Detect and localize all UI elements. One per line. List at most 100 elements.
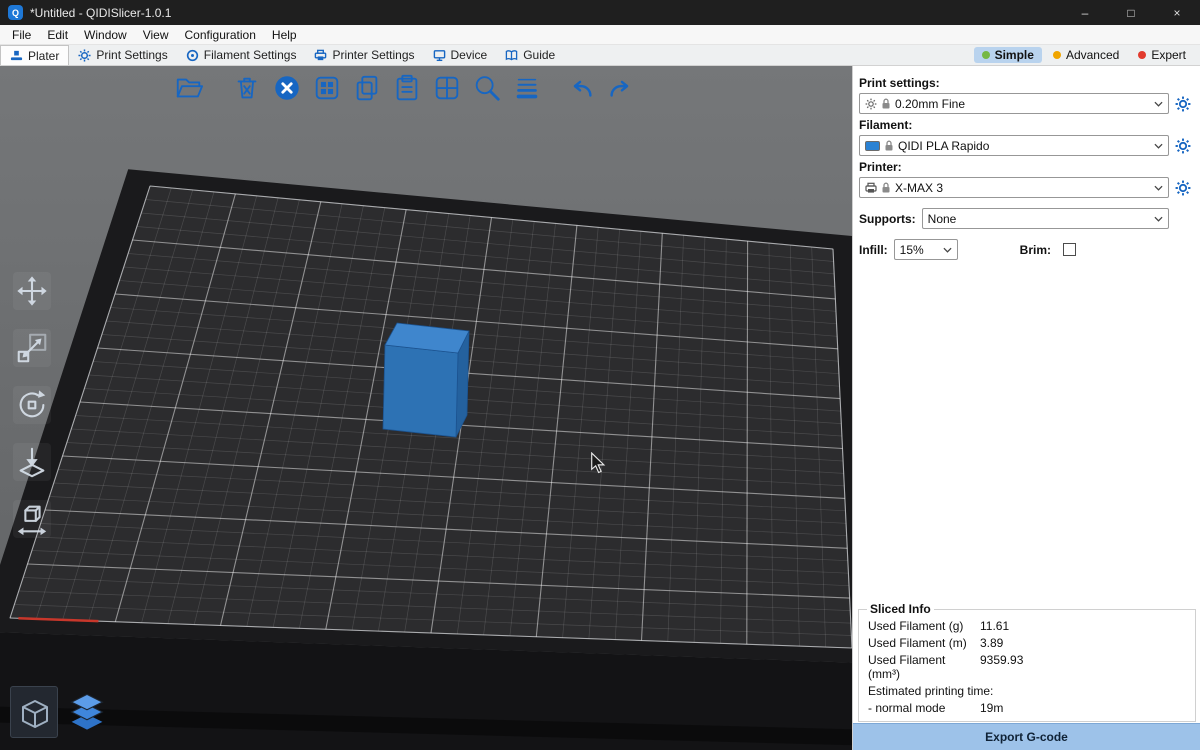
tab-label: Guide <box>523 48 555 62</box>
copy-button[interactable] <box>350 71 384 105</box>
place-on-face-gizmo-button[interactable] <box>13 443 51 481</box>
infill-value: 15% <box>900 243 939 257</box>
menu-bar: File Edit Window View Configuration Help <box>0 25 1200 45</box>
delete-icon <box>232 73 262 103</box>
window-controls: – □ × <box>1062 0 1200 25</box>
scale-gizmo-button[interactable] <box>13 329 51 367</box>
tab-device[interactable]: Device <box>424 45 497 65</box>
maximize-button[interactable]: □ <box>1108 0 1154 25</box>
tab-label: Plater <box>28 49 59 63</box>
infill-combo[interactable]: 15% <box>894 239 958 260</box>
open-icon <box>174 73 204 103</box>
tab-guide[interactable]: Guide <box>496 45 564 65</box>
close-button[interactable]: × <box>1154 0 1200 25</box>
delete-all-button[interactable] <box>270 71 304 105</box>
tab-printer-settings[interactable]: Printer Settings <box>305 45 423 65</box>
lock-icon <box>881 98 891 110</box>
sliced-info-value: 19m <box>980 701 1003 715</box>
arrange-icon <box>312 73 342 103</box>
move-gizmo-button[interactable] <box>13 272 51 310</box>
tab-label: Print Settings <box>96 48 167 62</box>
menu-edit[interactable]: Edit <box>39 25 76 44</box>
chevron-down-icon <box>943 247 952 253</box>
menu-window[interactable]: Window <box>76 25 135 44</box>
guide-icon <box>505 49 518 62</box>
print-settings-label: Print settings: <box>859 76 1192 90</box>
supports-combo[interactable]: None <box>922 208 1169 229</box>
menu-view[interactable]: View <box>135 25 177 44</box>
rotate-gizmo-button[interactable] <box>13 386 51 424</box>
tab-filament-settings[interactable]: Filament Settings <box>177 45 306 65</box>
undo-button[interactable] <box>564 71 598 105</box>
mode-label: Expert <box>1151 48 1186 62</box>
split-button[interactable] <box>430 71 464 105</box>
chevron-down-icon <box>1154 216 1163 222</box>
mode-simple[interactable]: Simple <box>974 47 1042 63</box>
device-icon <box>433 49 446 62</box>
sliced-info-panel: Sliced Info Used Filament (g) 11.61 Used… <box>858 602 1196 722</box>
sliced-info-label: Used Filament (g) <box>868 619 980 633</box>
menu-help[interactable]: Help <box>264 25 305 44</box>
sliced-info-row: Used Filament (m) 3.89 <box>864 633 1190 650</box>
app-window: Q *Untitled - QIDISlicer-1.0.1 – □ × Fil… <box>0 0 1200 750</box>
open-button[interactable] <box>172 71 206 105</box>
sliced-info-row: Estimated printing time: <box>864 681 1190 698</box>
delete-button[interactable] <box>230 71 264 105</box>
search-button[interactable] <box>470 71 504 105</box>
main-area: Print settings: 0.20mm Fine Filament: QI… <box>0 66 1200 750</box>
menu-file[interactable]: File <box>4 25 39 44</box>
sliced-info-label: - normal mode <box>868 701 980 715</box>
redo-button[interactable] <box>604 71 638 105</box>
printer-icon <box>865 182 877 194</box>
filament-color-swatch <box>865 141 880 151</box>
brim-checkbox[interactable] <box>1063 243 1076 256</box>
arrange-button[interactable] <box>310 71 344 105</box>
tab-plater[interactable]: Plater <box>0 45 69 65</box>
tab-print-settings[interactable]: Print Settings <box>69 45 176 65</box>
gear-icon <box>865 98 877 110</box>
print-settings-gear-button[interactable] <box>1175 95 1192 112</box>
viewport-3d[interactable] <box>0 66 852 750</box>
filament-combo[interactable]: QIDI PLA Rapido <box>859 135 1169 156</box>
sidebar: Print settings: 0.20mm Fine Filament: QI… <box>852 66 1200 750</box>
sliced-info-row: Used Filament (g) 11.61 <box>864 616 1190 633</box>
mode-switcher: Simple Advanced Expert <box>974 45 1200 65</box>
measure-gizmo-button[interactable] <box>13 500 51 538</box>
sliced-info-label: Used Filament (m) <box>868 636 980 650</box>
sliced-info-label: Estimated printing time: <box>868 684 993 698</box>
filament-gear-button[interactable] <box>1175 137 1192 154</box>
gear-icon <box>1175 138 1191 154</box>
supports-value: None <box>928 212 1150 226</box>
move-icon <box>14 273 50 309</box>
mode-expert[interactable]: Expert <box>1130 47 1194 63</box>
view-mode-buttons <box>10 686 111 738</box>
undo-icon <box>566 73 596 103</box>
sliced-info-title: Sliced Info <box>867 602 934 616</box>
minimize-button[interactable]: – <box>1062 0 1108 25</box>
menu-configuration[interactable]: Configuration <box>177 25 264 44</box>
print-settings-combo[interactable]: 0.20mm Fine <box>859 93 1169 114</box>
printer-gear-button[interactable] <box>1175 179 1192 196</box>
brim-label: Brim: <box>1020 243 1051 257</box>
supports-label: Supports: <box>859 212 916 226</box>
editor-view-button[interactable] <box>10 686 58 738</box>
delete-all-icon <box>272 73 302 103</box>
gizmo-toolbar <box>13 272 51 538</box>
editor-view-icon <box>14 692 54 732</box>
infill-label: Infill: <box>859 243 888 257</box>
mode-label: Simple <box>995 48 1034 62</box>
preview-view-icon <box>65 690 109 734</box>
printer-combo[interactable]: X-MAX 3 <box>859 177 1169 198</box>
paste-button[interactable] <box>390 71 424 105</box>
variable-layer-height-button[interactable] <box>510 71 544 105</box>
mode-advanced[interactable]: Advanced <box>1045 47 1127 63</box>
gear-icon <box>1175 96 1191 112</box>
preview-view-button[interactable] <box>63 686 111 738</box>
search-icon <box>472 73 502 103</box>
chevron-down-icon <box>1154 143 1163 149</box>
plater-icon <box>10 49 23 62</box>
tab-bar: Plater Print Settings Filament Settings … <box>0 45 1200 66</box>
export-gcode-button[interactable]: Export G-code <box>853 723 1200 750</box>
place-on-face-icon <box>14 444 50 480</box>
scene-canvas[interactable] <box>0 66 852 750</box>
